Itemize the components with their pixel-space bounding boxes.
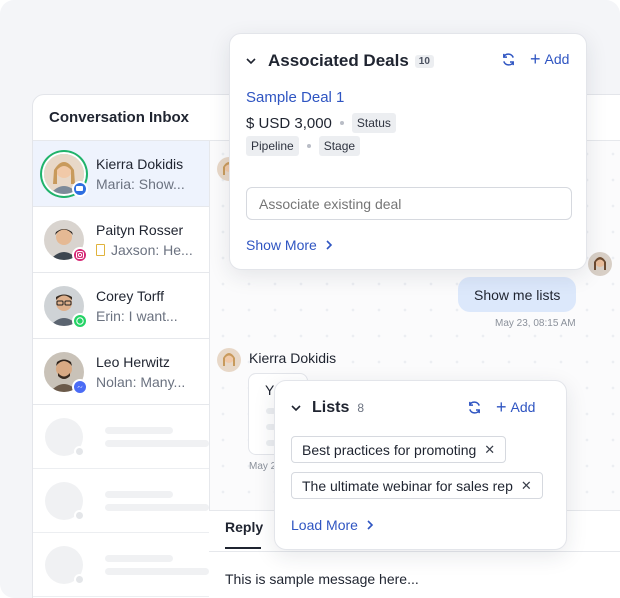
- instagram-icon: [72, 246, 88, 263]
- contact-preview: Nolan: Many...: [96, 373, 186, 390]
- chevron-down-icon[interactable]: [246, 56, 256, 66]
- incoming-message-text: Y: [265, 382, 275, 398]
- deals-title: Associated Deals: [268, 51, 409, 70]
- lists-count: 8: [357, 401, 365, 415]
- chevron-down-icon[interactable]: [291, 403, 301, 413]
- skeleton-row: [33, 533, 209, 597]
- chevron-right-icon: [367, 520, 374, 530]
- contact-preview-row: Jaxson: He...: [96, 240, 193, 260]
- show-more-link[interactable]: Show More: [246, 237, 333, 253]
- inbox-title: Conversation Inbox: [49, 109, 190, 126]
- deal-link[interactable]: Sample Deal 1: [246, 89, 344, 106]
- lists-actions: + Add: [467, 397, 536, 417]
- pipeline-tag: Pipeline: [246, 136, 299, 156]
- refresh-icon[interactable]: [467, 400, 482, 415]
- contact-preview: Maria: Show...: [96, 175, 185, 192]
- outgoing-message-time: May 23, 08:15 AM: [495, 318, 576, 329]
- tab-reply[interactable]: Reply: [225, 519, 263, 549]
- contact-list: Kierra Dokidis Maria: Show... Paityn Ros…: [33, 141, 210, 598]
- list-chip: The ultimate webinar for sales rep ✕: [291, 472, 543, 499]
- add-label: Add: [544, 51, 570, 67]
- note-icon: [96, 243, 105, 256]
- contact-preview: Jaxson: He...: [111, 241, 193, 258]
- contact-name: Paityn Rosser: [96, 221, 184, 238]
- skeleton-row: [33, 469, 209, 533]
- list-chip: Best practices for promoting ✕: [291, 436, 507, 463]
- associate-deal-input[interactable]: [246, 187, 572, 220]
- sender-avatar: [217, 348, 241, 372]
- add-list-button[interactable]: + Add: [496, 397, 536, 417]
- deal-tags-row: Pipeline Stage: [246, 136, 361, 156]
- deals-actions: + Add: [501, 49, 570, 69]
- remove-icon[interactable]: ✕: [521, 478, 532, 494]
- add-label: Add: [510, 399, 536, 415]
- incoming-sender-name: Kierra Dokidis: [249, 350, 337, 366]
- deal-amount: $ USD 3,000: [246, 114, 332, 132]
- incoming-message-time: May 2: [249, 461, 277, 472]
- contact-name: Kierra Dokidis: [96, 155, 184, 172]
- list-chip-label: The ultimate webinar for sales rep: [302, 477, 513, 494]
- show-more-label: Show More: [246, 237, 317, 253]
- contact-item-corey[interactable]: Corey Torff Erin: I want...: [33, 273, 209, 339]
- contact-item-kierra[interactable]: Kierra Dokidis Maria: Show...: [33, 141, 209, 207]
- plus-icon: +: [496, 397, 507, 417]
- agent-avatar: [588, 252, 612, 276]
- contact-item-paityn[interactable]: Paityn Rosser Jaxson: He...: [33, 207, 209, 273]
- chevron-right-icon: [326, 240, 332, 250]
- load-more-label: Load More: [291, 517, 358, 533]
- chat-icon: [72, 180, 88, 197]
- skeleton-row: [33, 405, 209, 469]
- associated-deals-panel: Associated Deals 10 + Add Sample Deal 1 $…: [229, 33, 587, 270]
- plus-icon: +: [530, 49, 541, 69]
- remove-icon[interactable]: ✕: [484, 442, 495, 458]
- messenger-icon: [72, 378, 88, 395]
- deals-header[interactable]: Associated Deals 10: [246, 51, 434, 71]
- status-tag: Status: [351, 113, 396, 133]
- deals-count-badge: 10: [414, 54, 434, 68]
- tabs-divider: [209, 551, 620, 552]
- contact-item-leo[interactable]: Leo Herwitz Nolan: Many...: [33, 339, 209, 405]
- add-deal-button[interactable]: + Add: [530, 49, 570, 69]
- avatar: [44, 285, 88, 329]
- contact-name: Corey Torff: [96, 287, 164, 304]
- contact-name: Leo Herwitz: [96, 353, 170, 370]
- dot-separator: [339, 121, 344, 125]
- reply-input[interactable]: This is sample message here...: [225, 571, 419, 587]
- whatsapp-icon: [72, 312, 88, 329]
- stage-tag: Stage: [318, 136, 361, 156]
- lists-panel: Lists 8 + Add Best practices for promotin…: [274, 380, 567, 550]
- contact-preview: Erin: I want...: [96, 307, 178, 324]
- deal-amount-row: $ USD 3,000 Status: [246, 113, 396, 133]
- lists-title: Lists: [312, 399, 350, 416]
- lists-header[interactable]: Lists 8: [291, 399, 364, 417]
- avatar: [44, 351, 88, 395]
- dot-separator: [306, 144, 311, 148]
- outgoing-message-bubble: Show me lists: [458, 277, 577, 312]
- load-more-link[interactable]: Load More: [291, 517, 374, 533]
- avatar: [44, 219, 88, 263]
- avatar: [44, 153, 88, 197]
- list-chip-label: Best practices for promoting: [302, 441, 477, 458]
- refresh-icon[interactable]: [501, 52, 516, 67]
